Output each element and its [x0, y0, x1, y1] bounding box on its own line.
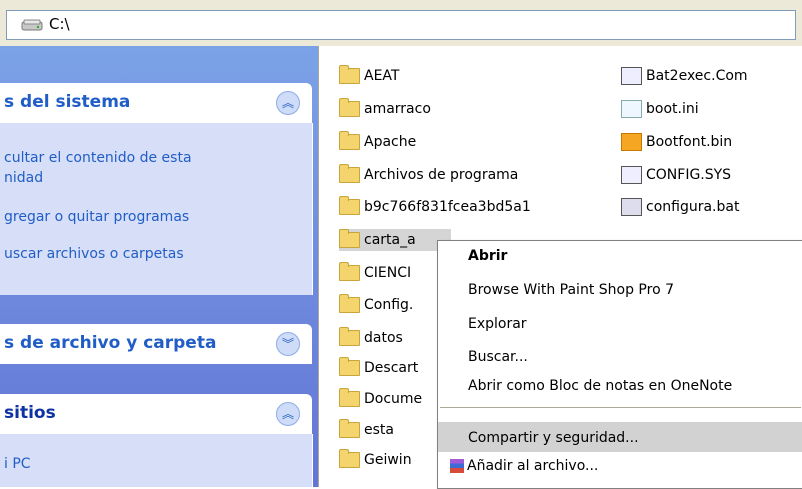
list-item[interactable]: Docume	[339, 388, 422, 410]
file-name: Docume	[364, 391, 423, 407]
list-item-selected[interactable]: carta_a	[339, 229, 451, 251]
menu-item-open[interactable]: Abrir	[468, 248, 507, 264]
list-item[interactable]: boot.ini	[621, 98, 699, 120]
menu-item-explore[interactable]: Explorar	[468, 316, 527, 332]
list-item[interactable]: Bat2exec.Com	[621, 65, 748, 87]
settings-file-icon	[621, 100, 642, 118]
file-name: CIENCI	[364, 265, 412, 281]
folder-icon	[339, 65, 360, 84]
menu-item-browse-paint-shop[interactable]: Browse With Paint Shop Pro 7	[468, 282, 674, 298]
task-hide-contents[interactable]: cultar el contenido de esta	[4, 148, 192, 168]
list-item[interactable]: Descart	[339, 357, 418, 379]
file-name: amarraco	[364, 101, 431, 117]
system-tasks-title: s del sistema	[4, 92, 131, 112]
folder-icon	[339, 449, 360, 468]
cone-icon	[621, 133, 642, 151]
other-places-header[interactable]: sitios ︽	[0, 394, 312, 434]
folder-icon	[339, 196, 360, 215]
list-item[interactable]: esta	[339, 419, 394, 441]
menu-item-sharing-security[interactable]: Compartir y seguridad...	[468, 430, 639, 446]
folder-icon	[339, 419, 360, 438]
drive-icon	[21, 19, 43, 31]
system-tasks-header[interactable]: s del sistema ︽	[0, 83, 312, 123]
file-name: Bootfont.bin	[646, 134, 733, 150]
collapse-icon[interactable]: ︽	[276, 91, 300, 115]
batch-file-icon	[621, 198, 642, 216]
list-item[interactable]: Config.	[339, 294, 413, 316]
menu-item-search[interactable]: Buscar...	[468, 349, 528, 365]
address-bar-area: C:\	[0, 0, 802, 46]
folder-icon	[339, 357, 360, 376]
folder-icon	[339, 327, 360, 346]
folder-icon	[339, 388, 360, 407]
file-name: Config.	[364, 297, 414, 313]
explorer-window: C:\ s del sistema ︽ cultar el contenido …	[0, 0, 802, 489]
folder-icon	[339, 262, 360, 281]
list-item[interactable]: configura.bat	[621, 196, 739, 218]
folder-icon	[339, 164, 360, 183]
system-tasks-body: cultar el contenido de esta nidad gregar…	[0, 123, 313, 295]
system-file-icon	[621, 166, 642, 184]
list-item[interactable]: CONFIG.SYS	[621, 164, 731, 186]
file-tasks-header[interactable]: s de archivo y carpeta ︾	[0, 324, 312, 364]
list-item[interactable]: Geiwin	[339, 449, 412, 471]
menu-item-add-to-archive-label: Añadir al archivo...	[467, 458, 599, 474]
list-item[interactable]: Bootfont.bin	[621, 131, 732, 153]
task-add-remove-programs[interactable]: gregar o quitar programas	[4, 207, 189, 227]
other-places-title: sitios	[4, 403, 56, 423]
address-bar[interactable]: C:\	[6, 10, 796, 40]
folder-icon	[339, 294, 360, 313]
menu-separator	[440, 407, 801, 408]
list-item[interactable]: Apache	[339, 131, 416, 153]
file-name: Bat2exec.Com	[646, 68, 748, 84]
folder-icon	[339, 98, 360, 117]
folder-icon	[339, 131, 360, 150]
folder-icon	[339, 229, 360, 248]
place-my-pc[interactable]: i PC	[4, 454, 31, 474]
task-search-files[interactable]: uscar archivos o carpetas	[4, 244, 184, 264]
other-places-body: i PC	[0, 434, 313, 487]
collapse-icon[interactable]: ︽	[276, 402, 300, 426]
task-pane: s del sistema ︽ cultar el contenido de e…	[0, 46, 318, 487]
list-item[interactable]: datos	[339, 327, 403, 349]
menu-item-open-onenote[interactable]: Abrir como Bloc de notas en OneNote	[468, 378, 732, 394]
file-name: b9c766f831fcea3bd5a1	[364, 199, 531, 215]
file-name: Archivos de programa	[364, 167, 519, 183]
file-name: Geiwin	[364, 452, 412, 468]
winrar-icon	[450, 459, 464, 473]
list-item[interactable]: AEAT	[339, 65, 399, 87]
file-name: Apache	[364, 134, 417, 150]
file-name: carta_a	[364, 232, 416, 248]
file-name: configura.bat	[646, 199, 740, 215]
list-item[interactable]: amarraco	[339, 98, 431, 120]
list-item[interactable]: CIENCI	[339, 262, 411, 284]
file-name: esta	[364, 422, 394, 438]
expand-icon[interactable]: ︾	[276, 332, 300, 356]
app-icon	[621, 67, 642, 85]
file-name: datos	[364, 330, 403, 346]
file-tasks-title: s de archivo y carpeta	[4, 333, 217, 353]
file-name: boot.ini	[646, 101, 699, 117]
task-hide-contents-line2[interactable]: nidad	[4, 168, 43, 188]
file-name: Descart	[364, 360, 419, 376]
list-item[interactable]: b9c766f831fcea3bd5a1	[339, 196, 531, 218]
menu-item-add-to-archive[interactable]: Añadir al archivo...	[450, 458, 598, 474]
context-menu: Abrir Browse With Paint Shop Pro 7 Explo…	[437, 240, 802, 489]
list-item[interactable]: Archivos de programa	[339, 164, 518, 186]
file-name: AEAT	[364, 68, 400, 84]
address-path[interactable]: C:\	[49, 15, 70, 33]
file-name: CONFIG.SYS	[646, 167, 732, 183]
